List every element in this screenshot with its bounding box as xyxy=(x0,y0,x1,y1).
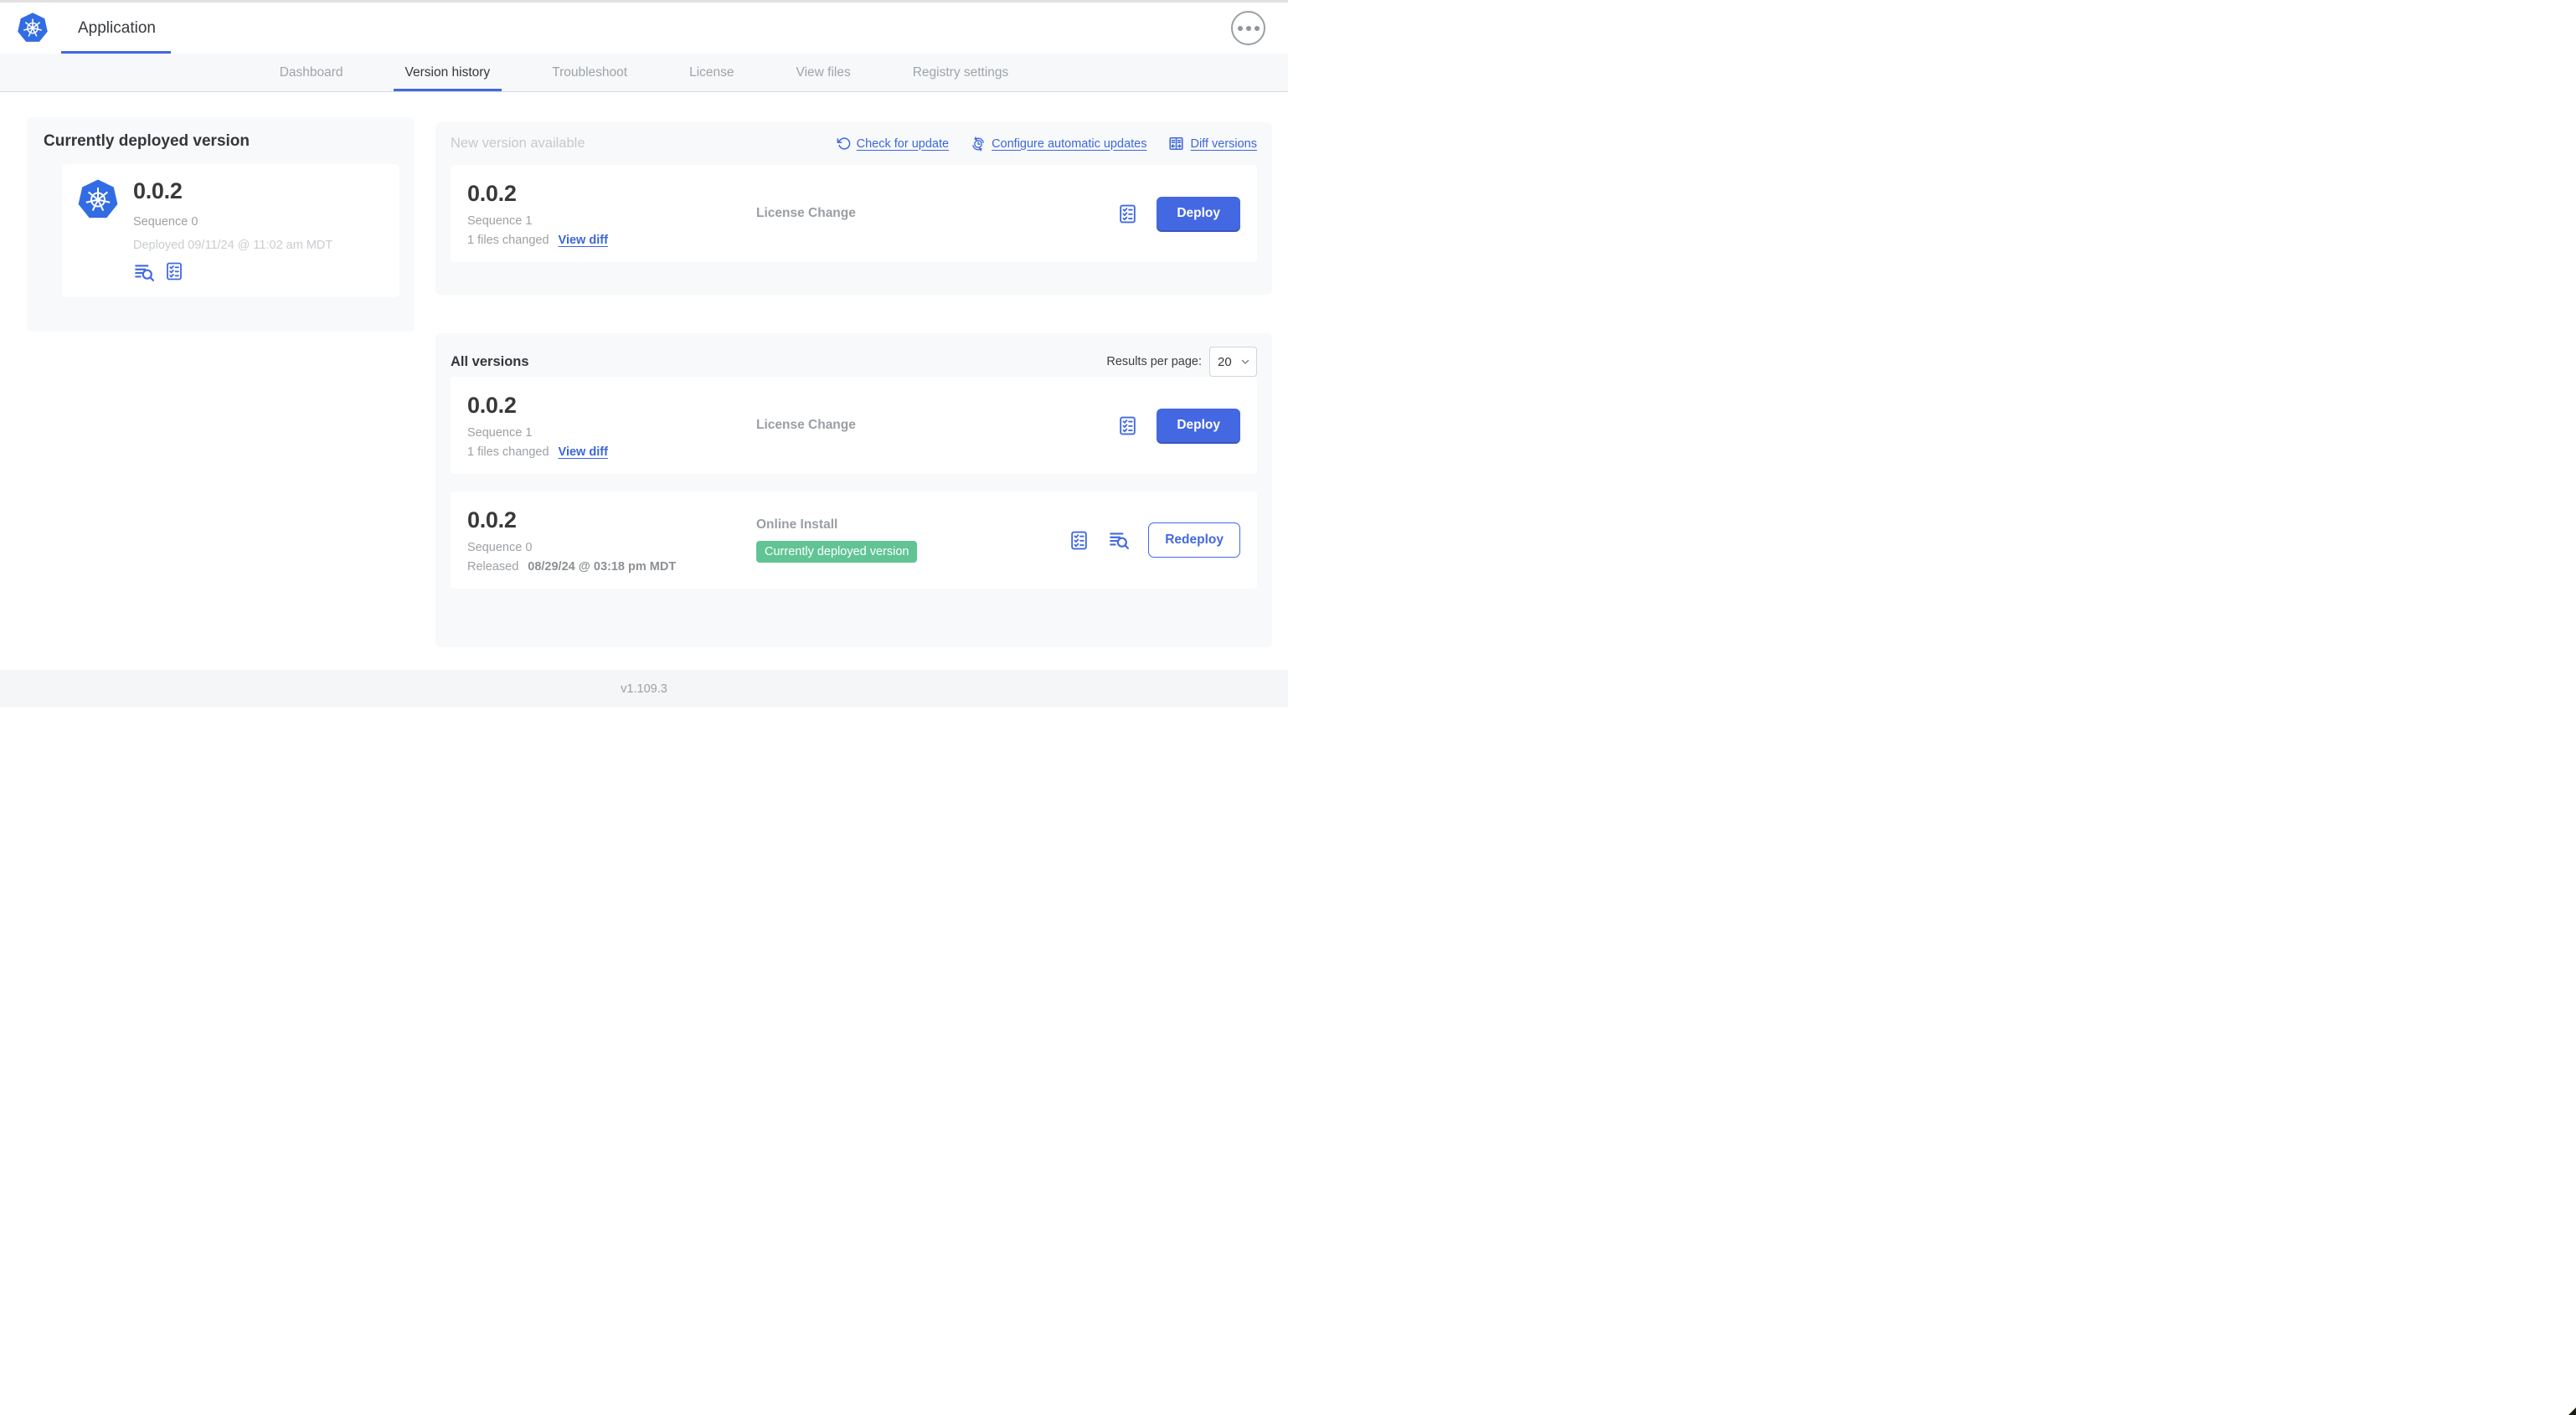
content: Currently deployed version 0.0.2 Sequenc… xyxy=(0,92,1288,670)
overflow-menu-button[interactable] xyxy=(1231,11,1265,45)
all-versions-panel: All versions Results per page: 20 0.0.2 … xyxy=(435,333,1272,647)
version-number: 0.0.2 xyxy=(467,180,517,206)
ellipsis-icon xyxy=(1237,25,1243,31)
version-number: 0.0.2 xyxy=(467,392,517,418)
diff-versions-link[interactable]: Diff versions xyxy=(1168,136,1257,152)
results-per-page-label: Results per page: xyxy=(1106,355,1202,368)
currently-deployed-badge: Currently deployed version xyxy=(756,541,918,563)
tab-troubleshoot[interactable]: Troubleshoot xyxy=(540,54,639,91)
kubernetes-logo-icon xyxy=(17,12,49,44)
tab-version-history[interactable]: Version history xyxy=(393,54,502,91)
tab-dashboard[interactable]: Dashboard xyxy=(268,54,355,91)
redeploy-button[interactable]: Redeploy xyxy=(1148,522,1240,558)
preflight-checks-icon[interactable] xyxy=(1069,530,1090,551)
tab-license[interactable]: License xyxy=(677,54,745,91)
new-version-card: 0.0.2 Sequence 1 1 files changed View di… xyxy=(451,165,1257,262)
version-sequence: Sequence 1 xyxy=(467,214,533,228)
files-changed: 1 files changed xyxy=(467,233,549,247)
version-source: License Change xyxy=(756,206,856,220)
chevron-down-icon xyxy=(1241,359,1249,364)
new-version-panel: New version available Check for update C… xyxy=(435,122,1272,295)
deployed-version-number: 0.0.2 xyxy=(133,178,183,203)
release-notes-icon[interactable] xyxy=(133,261,155,283)
version-source: Online Install xyxy=(756,517,838,532)
currently-deployed-card: 0.0.2 Sequence 0 Deployed 09/11/24 @ 11:… xyxy=(62,164,399,297)
refresh-icon xyxy=(837,137,850,150)
released-timestamp: 08/29/24 @ 03:18 pm MDT xyxy=(528,559,677,574)
deployed-timestamp: Deployed 09/11/24 @ 11:02 am MDT xyxy=(133,239,333,252)
check-for-update-link[interactable]: Check for update xyxy=(837,136,949,151)
version-sequence: Sequence 1 xyxy=(467,425,533,440)
kubernetes-icon xyxy=(77,178,119,221)
version-row-sequence-0: 0.0.2 Sequence 0 Released 08/29/24 @ 03:… xyxy=(451,491,1257,589)
released-label: Released xyxy=(467,559,519,574)
deployed-sequence: Sequence 0 xyxy=(133,215,198,229)
preflight-checks-icon[interactable] xyxy=(1117,415,1138,436)
all-versions-title: All versions xyxy=(451,353,529,369)
active-app-indicator xyxy=(61,51,171,54)
view-diff-link[interactable]: View diff xyxy=(559,234,608,247)
diff-icon xyxy=(1169,137,1184,150)
results-per-page-select[interactable]: 20 xyxy=(1209,347,1257,377)
app-title[interactable]: Application xyxy=(78,19,156,38)
new-version-title: New version available xyxy=(451,136,585,151)
version-number: 0.0.2 xyxy=(467,507,517,533)
currently-deployed-title: Currently deployed version xyxy=(44,132,250,150)
tab-view-files[interactable]: View files xyxy=(785,54,863,91)
auto-update-clock-icon xyxy=(972,136,984,152)
release-notes-icon[interactable] xyxy=(1108,529,1130,551)
files-changed: 1 files changed xyxy=(467,445,549,459)
configure-automatic-updates-link[interactable]: Configure automatic updates xyxy=(971,136,1146,152)
app-footer: v1.109.3 xyxy=(0,670,1288,708)
app-header: Application xyxy=(0,3,1288,54)
preflight-checks-icon[interactable] xyxy=(1117,203,1138,224)
console-version: v1.109.3 xyxy=(621,682,667,696)
mouse-cursor xyxy=(2568,1407,2576,1415)
currently-deployed-panel: Currently deployed version 0.0.2 Sequenc… xyxy=(27,117,415,332)
deploy-button[interactable]: Deploy xyxy=(1157,409,1240,442)
deploy-button[interactable]: Deploy xyxy=(1157,197,1240,230)
main-nav: Dashboard Version history Troubleshoot L… xyxy=(0,54,1288,92)
tab-registry-settings[interactable]: Registry settings xyxy=(901,54,1021,91)
version-row-sequence-1: 0.0.2 Sequence 1 1 files changed View di… xyxy=(451,377,1257,474)
version-sequence: Sequence 0 xyxy=(467,540,533,554)
preflight-checks-icon[interactable] xyxy=(164,261,184,283)
view-diff-link[interactable]: View diff xyxy=(559,445,608,459)
version-source: License Change xyxy=(756,418,856,432)
